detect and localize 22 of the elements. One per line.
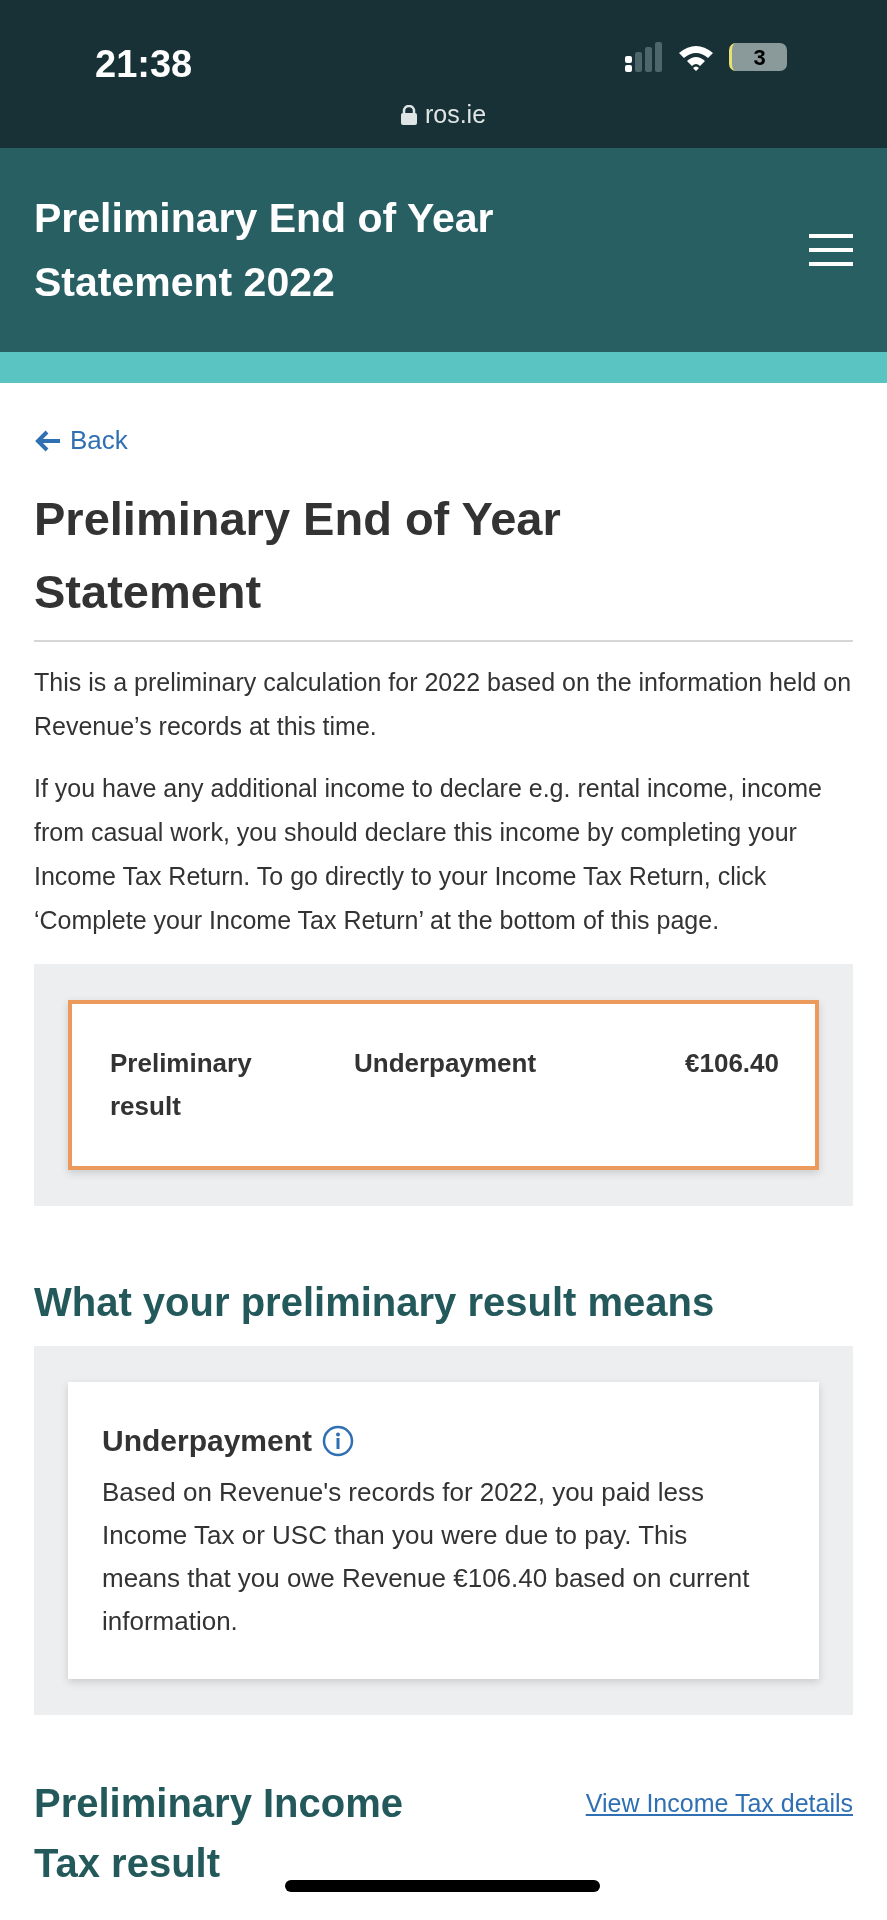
back-link[interactable]: Back	[34, 421, 128, 460]
info-icon[interactable]	[322, 1424, 355, 1457]
result-amount: €106.40	[685, 1047, 779, 1080]
section-heading: Preliminary Income Tax result	[34, 1780, 405, 1887]
url-text: ros.ie	[424, 99, 487, 130]
back-arrow-icon	[34, 428, 62, 453]
menu-icon[interactable]	[809, 234, 853, 266]
paragraph: If you have any additional income to declare e.g. rental income, income from casual work, you should declare this income by completing your Income Tax Return. To go directly to your Income Tax Return, click ‘Complete your Income Tax Return’ at the bottom of this page.	[34, 773, 823, 936]
wifi-icon	[677, 43, 715, 71]
card-text: Based on Revenue's records for 2022, you paid less Income Tax or USC than you were due to pay. This means that you owe Revenue €106.40 based on current information.	[102, 1476, 751, 1638]
lock-icon	[400, 104, 417, 125]
result-label: Preliminary result	[110, 1047, 253, 1123]
header-title: Preliminary End of Year Statement 2022	[34, 194, 495, 307]
result-status: Underpayment	[353, 1047, 538, 1080]
clock: 21:38	[95, 42, 193, 87]
section-heading: What your preliminary result means	[34, 1279, 716, 1326]
card-title: Underpayment	[102, 1423, 313, 1459]
paragraph: This is a preliminary calculation for 2022 based on the information held on Revenue’s records at this time.	[34, 667, 853, 742]
page-title: Preliminary End of Year Statement	[34, 482, 853, 642]
signal-icon	[625, 42, 663, 72]
details-link[interactable]: View Income Tax details	[585, 1785, 853, 1823]
battery-icon: 3	[729, 43, 787, 71]
